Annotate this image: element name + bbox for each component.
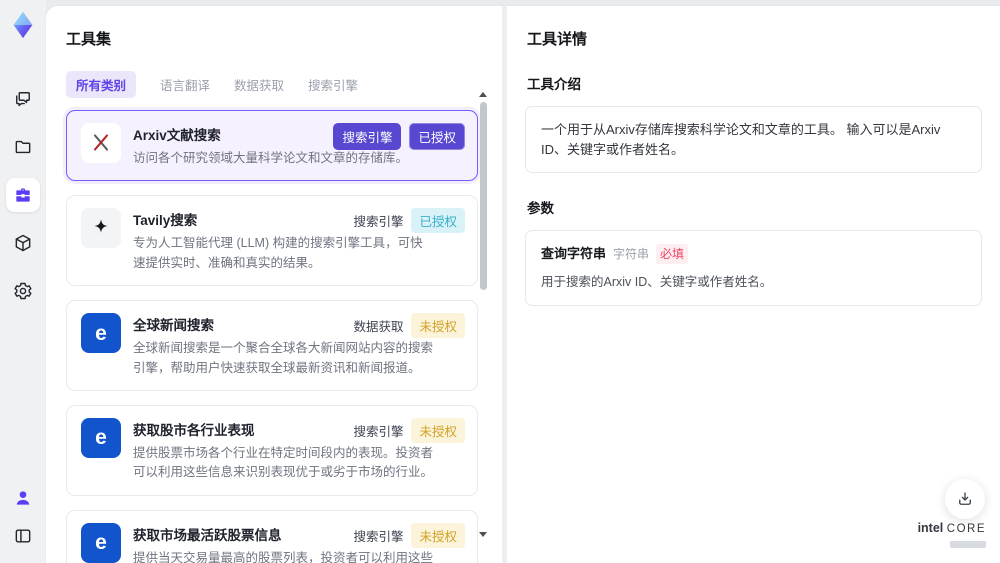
sidebar-item-settings[interactable]: [6, 274, 40, 308]
intro-box: 一个用于从Arxiv存储库搜索科学论文和文章的工具。 输入可以是Arxiv ID…: [525, 106, 982, 173]
briefcase-icon: [13, 185, 33, 205]
brand-intel: intel: [917, 520, 944, 535]
category-badge: 搜索引擎: [333, 123, 402, 150]
tab-category[interactable]: 语言翻译: [160, 75, 210, 94]
scroll-down-icon[interactable]: [479, 532, 487, 537]
category-tabs: 所有类别 语言翻译 数据获取 搜索引擎: [66, 71, 502, 98]
tool-icon: [81, 208, 121, 249]
tool-icon: [81, 123, 121, 163]
parameter-row: 查询字符串 字符串 必填用于搜索的Arxiv ID、关键字或作者姓名。: [541, 244, 966, 292]
parameter-description: 用于搜索的Arxiv ID、关键字或作者姓名。: [541, 275, 773, 289]
sidebar-item-briefcase[interactable]: [6, 178, 40, 212]
tool-badges: 搜索引擎 已授权: [353, 208, 465, 234]
package-icon: [13, 233, 33, 253]
tab-category[interactable]: 数据获取: [234, 75, 284, 94]
sidebar-bottom: [8, 483, 38, 551]
news-blue-icon: e: [95, 426, 107, 450]
tool-card[interactable]: e获取市场最活跃股票信息提供当天交易量最高的股票列表，投资者可以利用这些信息来识…: [66, 509, 478, 563]
download-icon: [956, 490, 974, 508]
settings-icon: [13, 281, 33, 301]
tool-description: 提供当天交易量最高的股票列表，投资者可以利用这些信息来识别流动性强的股票和潜在的…: [133, 550, 434, 563]
tool-badges: 搜索引擎 已授权: [333, 123, 465, 150]
brand-core: CORE: [946, 522, 986, 535]
auth-status-badge: 未授权: [411, 313, 465, 339]
folder-icon: [13, 137, 33, 157]
brand-sub-bar: [950, 541, 986, 549]
tool-card[interactable]: e 获取股市各行业表现 提供股票市场各个行业在特定时间段内的表现。投资者可以利用这些…: [66, 404, 478, 496]
parameter-name: 查询字符串: [541, 246, 607, 262]
tool-detail-panel: 工具详情 工具介绍 一个用于从Arxiv存储库搜索科学论文和文章的工具。 输入可…: [507, 6, 1000, 563]
tool-list-panel: 工具集 所有类别 语言翻译 数据获取 搜索引擎 Arxiv文献搜索 访问各个研究领域大量…: [46, 6, 502, 563]
panel-toggle-icon: [13, 526, 33, 546]
download-button[interactable]: [945, 479, 985, 519]
category-badge: 搜索引擎: [353, 424, 404, 439]
tool-card[interactable]: Arxiv文献搜索 访问各个研究领域大量科学论文和文章的存储库。 搜索引擎 已授权: [66, 110, 478, 182]
tool-card[interactable]: e 全球新闻搜索 全球新闻搜索是一个聚合全球各大新闻网站内容的搜索引擎，帮助用户快速…: [66, 300, 478, 391]
detail-title: 工具详情: [527, 31, 588, 48]
scrollbar-thumb[interactable]: [479, 102, 487, 290]
news-blue-icon: e: [95, 531, 107, 555]
parameter-type: 字符串: [613, 247, 650, 261]
tool-description: 全球新闻搜索是一个聚合全球各大新闻网站内容的搜索引擎，帮助用户快速获取全球最新资…: [133, 341, 434, 375]
parameter-required-badge: 必填: [656, 244, 689, 264]
intro-heading: 工具介绍: [527, 77, 581, 92]
tool-badges: 搜索引擎 未授权: [353, 522, 465, 548]
chat-icon: [13, 89, 33, 109]
tool-description: 专为人工智能代理 (LLM) 构建的搜索引擎工具，可快速提供实时、准确和真实的结…: [133, 236, 423, 270]
page-title: 工具集: [66, 31, 112, 48]
auth-status-badge: 未授权: [411, 522, 465, 548]
sidebar-item-folder[interactable]: [6, 130, 40, 164]
auth-status-badge: 已授权: [411, 208, 465, 234]
arxiv-logo-icon: [89, 131, 113, 155]
tool-icon: e: [81, 417, 121, 458]
tool-card[interactable]: Tavily搜索 专为人工智能代理 (LLM) 构建的搜索引擎工具，可快速提供实时…: [66, 195, 478, 287]
category-badge: 搜索引擎: [353, 215, 404, 230]
scroll-up-icon[interactable]: [479, 92, 487, 97]
category-badge: 数据获取: [353, 320, 404, 335]
category-badge: 搜索引擎: [353, 529, 404, 544]
sidebar-item-chat[interactable]: [6, 82, 40, 116]
tool-list: Arxiv文献搜索 访问各个研究领域大量科学论文和文章的存储库。 搜索引擎 已授权 Ta…: [66, 110, 478, 563]
tool-badges: 数据获取 未授权: [353, 313, 465, 339]
tab-category[interactable]: 搜索引擎: [308, 75, 358, 94]
tool-description: 访问各个研究领域大量科学论文和文章的存储库。: [133, 151, 409, 165]
params-heading: 参数: [527, 201, 554, 216]
intel-core-logo: intel CORE: [917, 520, 986, 553]
sidebar-item-panel-toggle[interactable]: [8, 521, 38, 551]
auth-status-badge: 未授权: [411, 417, 465, 443]
app-logo-icon: [8, 10, 38, 40]
sidebar-item-user-avatar[interactable]: [8, 483, 38, 513]
tool-icon: e: [81, 313, 121, 354]
tool-icon: e: [81, 522, 121, 563]
news-blue-icon: e: [95, 321, 107, 345]
params-box: 查询字符串 字符串 必填用于搜索的Arxiv ID、关键字或作者姓名。: [525, 230, 982, 306]
sidebar-item-package[interactable]: [6, 226, 40, 260]
sidebar-nav: [6, 82, 40, 308]
param-list: 查询字符串 字符串 必填用于搜索的Arxiv ID、关键字或作者姓名。: [541, 244, 966, 292]
user-avatar-icon: [13, 488, 33, 508]
parameter-head: 查询字符串 字符串 必填: [541, 244, 966, 264]
tool-badges: 搜索引擎 未授权: [353, 417, 465, 443]
tool-description: 提供股票市场各个行业在特定时间段内的表现。投资者可以利用这些信息来识别表现优于或…: [133, 445, 434, 480]
auth-status-badge: 已授权: [409, 123, 465, 150]
main-surface: 工具集 所有类别 语言翻译 数据获取 搜索引擎 Arxiv文献搜索 访问各个研究领域大量…: [46, 6, 1000, 563]
scrollbar[interactable]: [479, 92, 487, 537]
sidebar-rail: [0, 0, 46, 563]
tab-category[interactable]: 所有类别: [66, 71, 137, 98]
sparkle-icon: [89, 216, 113, 240]
